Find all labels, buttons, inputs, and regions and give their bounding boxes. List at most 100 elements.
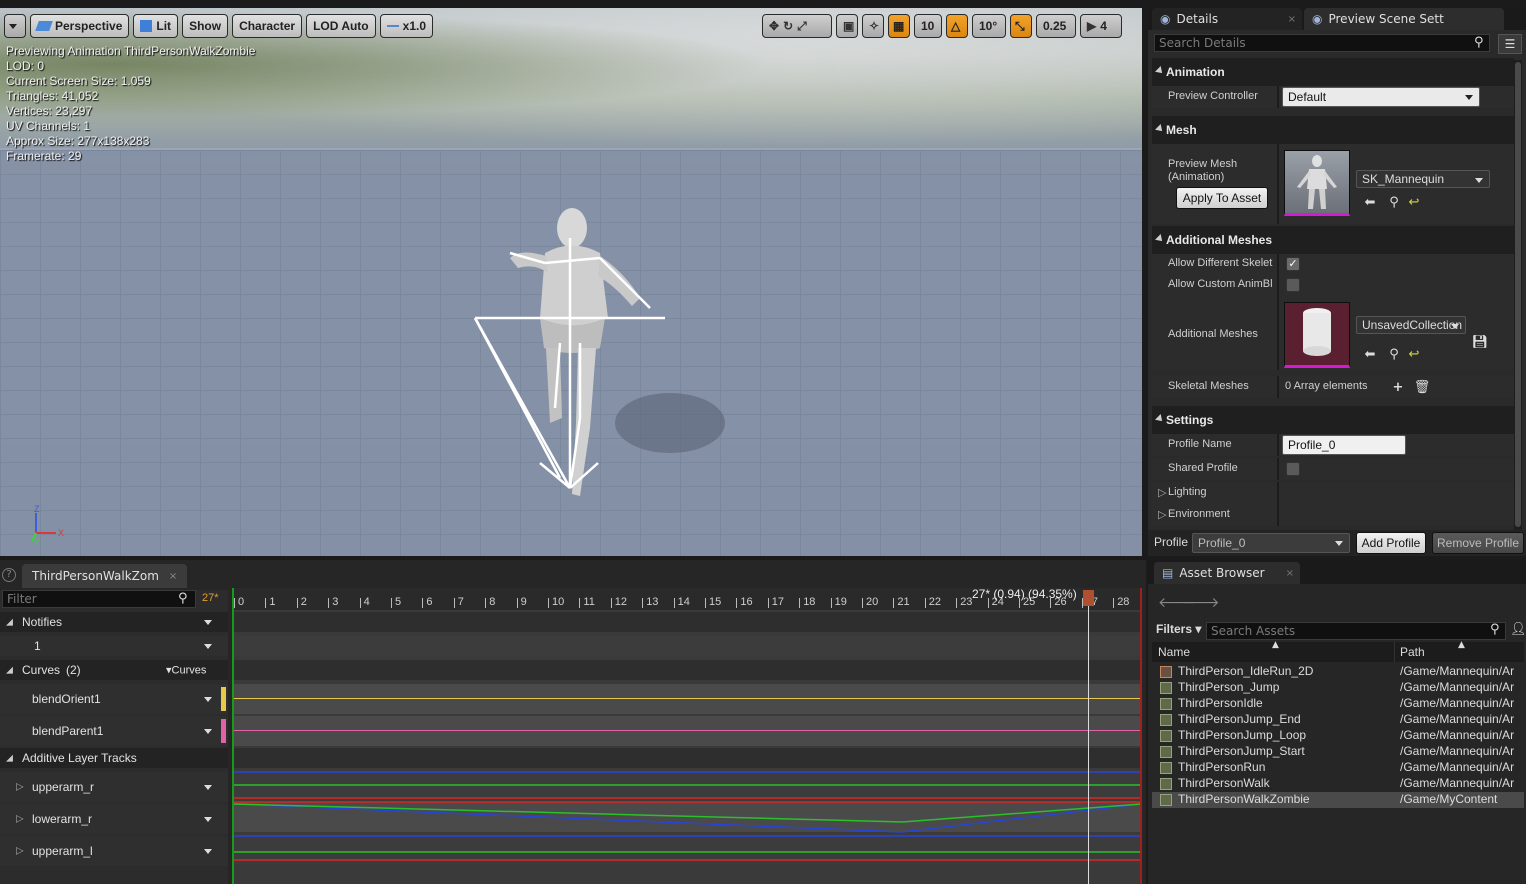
preview-mesh-combo[interactable]: SK_Mannequin: [1356, 170, 1490, 188]
chevron-down-icon[interactable]: [204, 849, 212, 854]
scale-snap-select[interactable]: 0.25: [1036, 14, 1076, 38]
additive-layer-header[interactable]: ◢ Additive Layer Tracks: [0, 748, 228, 768]
transform-tools[interactable]: ✥ ↻ ⤢: [762, 14, 832, 38]
close-icon[interactable]: ×: [169, 571, 177, 582]
chevron-down-icon[interactable]: [204, 620, 212, 625]
perspective-button[interactable]: Perspective: [30, 14, 130, 38]
asset-row[interactable]: ThirdPersonJump_Loop/Game/Mannequin/Ar: [1156, 728, 1524, 744]
playhead-handle[interactable]: [1083, 590, 1094, 606]
help-icon[interactable]: ?: [2, 568, 16, 582]
close-icon[interactable]: ×: [1286, 568, 1294, 579]
asset-row[interactable]: ThirdPersonRun/Game/Mannequin/Ar: [1156, 760, 1524, 776]
use-selected-arrow-icon[interactable]: ⬅: [1362, 194, 1378, 210]
curve-lane[interactable]: [232, 684, 1142, 714]
curves-menu-button[interactable]: ▾Curves: [166, 664, 206, 677]
section-additional-meshes[interactable]: Additional Meshes: [1152, 226, 1514, 254]
profile-select[interactable]: Profile_0: [1192, 533, 1350, 553]
additive-track-row[interactable]: ▷ lowerarm_r: [0, 804, 228, 834]
world-local-toggle[interactable]: ▣: [836, 14, 858, 38]
grid-snap-toggle[interactable]: ▦: [888, 14, 910, 38]
character-button[interactable]: Character: [232, 14, 303, 38]
profile-name-input[interactable]: Profile_0: [1282, 435, 1406, 455]
browse-search-icon[interactable]: ⚲: [1386, 346, 1402, 362]
details-search-input[interactable]: Search Details: [1154, 34, 1490, 52]
asset-row[interactable]: ThirdPerson_Jump/Game/Mannequin/Ar: [1156, 680, 1524, 696]
chevron-down-icon[interactable]: [204, 817, 212, 822]
chevron-down-icon[interactable]: [204, 785, 212, 790]
show-button[interactable]: Show: [182, 14, 229, 38]
remove-profile-button[interactable]: Remove Profile: [1432, 532, 1524, 554]
asset-row[interactable]: ThirdPersonJump_Start/Game/Mannequin/Ar: [1156, 744, 1524, 760]
mesh-thumbnail[interactable]: [1284, 150, 1350, 216]
lod-button[interactable]: LOD Auto: [306, 14, 376, 38]
grid-size-select[interactable]: 10: [914, 14, 942, 38]
user-icon[interactable]: 👤︎: [1510, 622, 1526, 637]
shared-profile-checkbox[interactable]: [1286, 462, 1300, 476]
section-mesh[interactable]: Mesh: [1152, 116, 1514, 144]
animation-viewport[interactable]: Perspective Lit Show Character LOD Auto …: [0, 8, 1142, 556]
additive-track-row[interactable]: ▷ upperarm_r: [0, 772, 228, 802]
curves-lane[interactable]: [232, 660, 1142, 680]
playhead-line[interactable]: [1088, 590, 1089, 884]
apply-to-asset-button[interactable]: Apply To Asset: [1176, 187, 1268, 209]
view-options-button[interactable]: ☰: [1498, 34, 1522, 54]
filters-button[interactable]: Filters ▾: [1156, 622, 1201, 636]
curve-lane[interactable]: [232, 716, 1142, 746]
use-selected-arrow-icon[interactable]: ⬅: [1362, 346, 1378, 362]
tab-asset-browser[interactable]: ▤ Asset Browser ×: [1154, 562, 1300, 584]
section-settings[interactable]: Settings: [1152, 406, 1514, 434]
playback-speed-button[interactable]: x1.0: [379, 14, 433, 38]
rotation-snap-toggle[interactable]: △: [946, 14, 968, 38]
asset-row-selected[interactable]: ThirdPersonWalkZombie/Game/MyContent: [1152, 792, 1524, 808]
tab-anim-sequence[interactable]: ThirdPersonWalkZom ×: [22, 564, 188, 588]
browse-search-icon[interactable]: ⚲: [1386, 194, 1402, 210]
scrollbar-thumb[interactable]: [1515, 62, 1521, 527]
save-icon[interactable]: 💾︎: [1472, 334, 1489, 350]
chevron-down-icon[interactable]: [204, 729, 212, 734]
additional-meshes-combo[interactable]: UnsavedCollection: [1356, 316, 1466, 334]
scale-snap-toggle[interactable]: ⤡: [1010, 14, 1032, 38]
reset-icon[interactable]: ↩: [1406, 194, 1422, 210]
allow-different-skeletons-checkbox[interactable]: ✓: [1286, 257, 1300, 271]
asset-row[interactable]: ThirdPerson_IdleRun_2D/Game/Mannequin/Ar: [1156, 664, 1524, 680]
chevron-down-icon[interactable]: [204, 644, 212, 649]
collection-thumbnail[interactable]: [1284, 302, 1350, 368]
details-scrollbar[interactable]: [1514, 60, 1522, 530]
character-mannequin[interactable]: [440, 198, 740, 518]
rotation-snap-select[interactable]: 10°: [972, 14, 1006, 38]
tab-preview-scene-settings[interactable]: ◉ Preview Scene Sett: [1304, 8, 1504, 30]
viewport-menu-button[interactable]: [4, 14, 26, 38]
notify-lane[interactable]: [232, 636, 1142, 656]
tab-details[interactable]: ◉ Details ×: [1152, 8, 1302, 30]
curves-header[interactable]: ◢ Curves (2) ▾Curves: [0, 660, 228, 680]
preview-controller-combo[interactable]: Default: [1282, 87, 1480, 107]
asset-row[interactable]: ThirdPersonJump_End/Game/Mannequin/Ar: [1156, 712, 1524, 728]
additive-track-row[interactable]: ▷ upperarm_l: [0, 836, 228, 866]
section-animation[interactable]: Animation: [1152, 58, 1514, 86]
asset-row[interactable]: ThirdPersonWalk/Game/Mannequin/Ar: [1156, 776, 1524, 792]
surface-snap-button[interactable]: ✧: [862, 14, 884, 38]
track-filter-input[interactable]: Filter: [2, 590, 196, 608]
lit-button[interactable]: Lit: [133, 14, 179, 38]
add-profile-button[interactable]: Add Profile: [1356, 532, 1426, 554]
notifies-header[interactable]: ◢ Notifies: [0, 612, 228, 632]
allow-custom-animbp-checkbox[interactable]: [1286, 278, 1300, 292]
trash-icon[interactable]: 🗑︎: [1414, 379, 1431, 395]
curve-track-row[interactable]: blendOrient1: [0, 684, 228, 714]
curve-track-row[interactable]: blendParent1: [0, 716, 228, 746]
additive-lane-header[interactable]: [232, 748, 1142, 768]
close-icon[interactable]: ×: [1288, 14, 1296, 25]
chevron-down-icon[interactable]: [204, 697, 212, 702]
asset-search-input[interactable]: Search Assets: [1206, 622, 1506, 640]
column-name[interactable]: Name: [1158, 645, 1190, 659]
reset-icon[interactable]: ↩: [1406, 346, 1422, 362]
add-element-icon[interactable]: +: [1390, 379, 1406, 395]
row-environment[interactable]: ▷ Environment: [1152, 504, 1514, 526]
forward-arrow-icon[interactable]: 🡒: [1182, 594, 1220, 611]
notify-track-row[interactable]: 1: [0, 636, 228, 656]
asset-row[interactable]: ThirdPersonIdle/Game/Mannequin/Ar: [1156, 696, 1524, 712]
notifies-lane[interactable]: [232, 612, 1142, 632]
camera-speed-select[interactable]: ▶ 4: [1080, 14, 1122, 38]
row-lighting[interactable]: ▷ Lighting: [1152, 482, 1514, 504]
column-path[interactable]: Path: [1400, 645, 1425, 659]
